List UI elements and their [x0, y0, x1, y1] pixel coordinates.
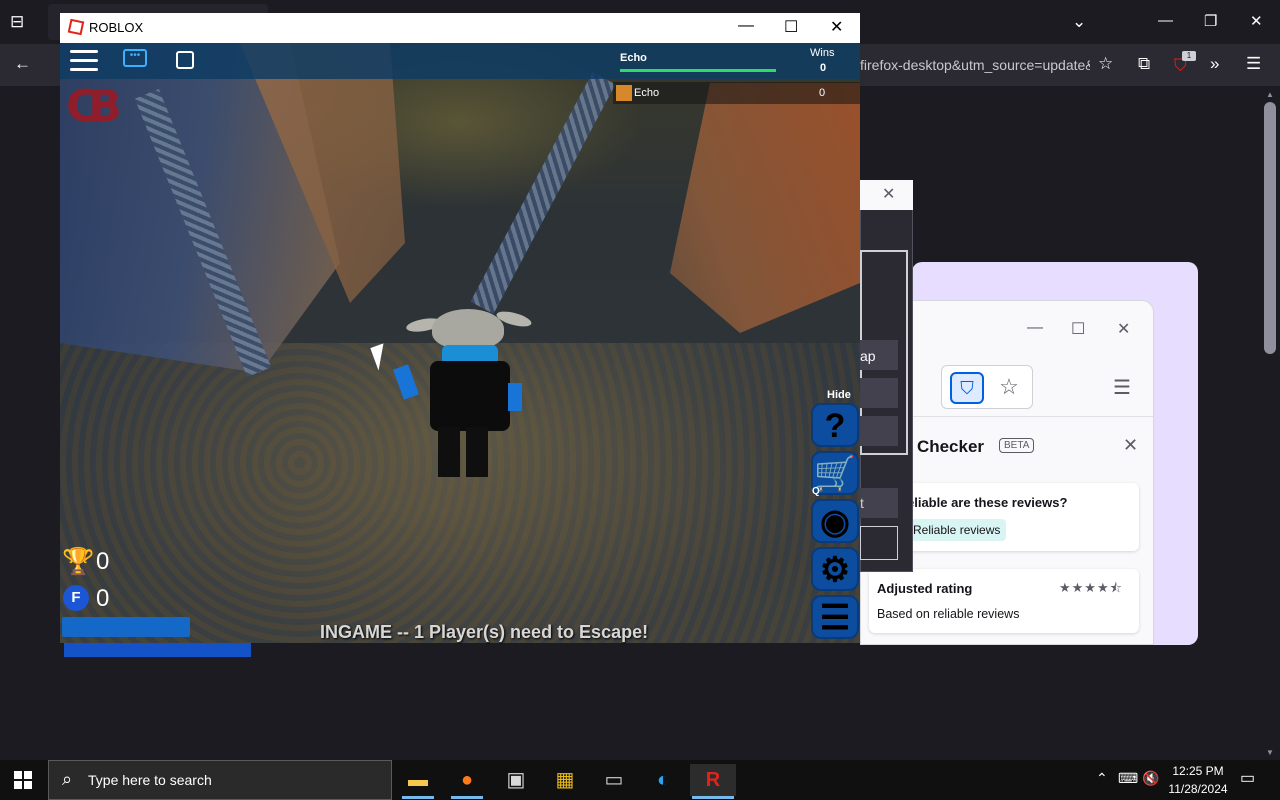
edge-icon[interactable]: ◐	[643, 764, 683, 796]
coin-count: 0	[96, 585, 110, 612]
roblox-window: ROBLOX — ☐ ✕ CB ••• Echo Wins 0 Echo 0 🏆…	[60, 13, 860, 643]
leaderboard-wins-value: 0	[820, 62, 827, 74]
game-viewport[interactable]: CB	[60, 43, 860, 643]
roblox-close-icon[interactable]: ✕	[830, 17, 843, 37]
leaderboard-row-name: Echo	[634, 87, 660, 99]
mock-close-icon: ✕	[1117, 321, 1131, 338]
game-logo: CB	[66, 81, 122, 132]
mock-menu-icon: ☰	[1113, 377, 1131, 399]
overflow-icon[interactable]: »	[1210, 54, 1219, 74]
active-indicator	[451, 796, 483, 799]
reliability-question: eliable are these reviews?	[907, 495, 1068, 510]
gadget-button[interactable]: ◉	[811, 499, 859, 543]
character-arm	[508, 383, 522, 411]
active-indicator	[402, 796, 434, 799]
price-tag-icon: ⛉	[950, 372, 984, 404]
tray-chevron-icon[interactable]: ⌃	[1096, 770, 1108, 787]
character-leg	[466, 427, 488, 477]
volume-muted-icon[interactable]: 🔇	[1142, 770, 1159, 787]
hotkey-label: Q	[812, 486, 820, 497]
chevron-down-icon[interactable]: ⌄	[1072, 12, 1086, 32]
health-bar	[620, 69, 776, 72]
ghost-bar	[64, 643, 251, 657]
trophy-count: 0	[96, 548, 110, 575]
roblox-logo-icon	[67, 18, 85, 36]
progress-bar	[62, 617, 190, 637]
coin-icon: F	[63, 585, 89, 611]
firefox-icon[interactable]: ●	[447, 764, 487, 796]
character-leg	[438, 427, 460, 477]
dialog-button-label: t	[860, 495, 864, 511]
rating-card: Adjusted rating ★★★★⯪ Based on reliable …	[869, 569, 1139, 633]
rating-stars: ★★★★⯪	[1059, 580, 1123, 595]
panel-close-icon: ✕	[1123, 435, 1139, 455]
extension-badge: 1	[1182, 51, 1196, 61]
media-app-icon[interactable]: ▦	[545, 764, 585, 796]
game-status-text: INGAME -- 1 Player(s) need to Escape!	[320, 622, 649, 642]
notification-icon[interactable]: ▭	[1240, 768, 1255, 788]
back-icon[interactable]: ←	[14, 54, 31, 74]
extensions-icon[interactable]: ⧉	[1138, 54, 1150, 74]
rating-heading: Adjusted rating	[877, 581, 973, 596]
character-body	[430, 361, 510, 431]
trophy-icon: 🏆	[62, 546, 95, 576]
dialog-row[interactable]	[860, 378, 898, 408]
rating-subtext: Based on reliable reviews	[877, 607, 1020, 621]
dialog-button[interactable]	[860, 488, 898, 518]
file-explorer-icon[interactable]: ▬	[398, 764, 438, 796]
hamburger-menu-icon[interactable]: ☰	[1246, 54, 1261, 74]
roblox-taskbar-icon[interactable]: R	[690, 764, 736, 796]
photos-app-icon[interactable]: ▣	[496, 764, 536, 796]
hide-button[interactable]: Hide	[827, 389, 851, 401]
roblox-maximize-icon[interactable]: ☐	[784, 17, 798, 37]
bookmark-star-icon[interactable]: ☆	[1098, 54, 1113, 74]
dialog-row-label: ap	[860, 348, 876, 364]
reliability-pill: Reliable reviews	[907, 519, 1007, 541]
chat-icon[interactable]: •••	[123, 49, 147, 67]
minimize-icon[interactable]: —	[1158, 12, 1173, 29]
terminal-icon[interactable]: ▭	[594, 764, 634, 796]
mock-maximize-icon: ☐	[1071, 321, 1086, 338]
character-head	[432, 309, 504, 349]
close-icon[interactable]: ✕	[1250, 12, 1263, 30]
dialog-close-icon[interactable]: ✕	[882, 184, 895, 204]
leaderboard-row-value: 0	[819, 87, 826, 99]
scroll-up-icon[interactable]: ▲	[1266, 90, 1274, 99]
mock-minimize-icon: —	[1027, 319, 1043, 336]
backpack-icon[interactable]	[176, 51, 194, 69]
help-button[interactable]: ?	[811, 403, 859, 447]
tab-list-icon[interactable]: ⊟	[10, 12, 24, 32]
rank-chevron-icon	[616, 85, 632, 101]
dialog-row[interactable]	[860, 416, 898, 446]
roblox-menu-icon[interactable]	[70, 50, 98, 72]
restore-icon[interactable]: ❐	[1204, 12, 1217, 30]
star-icon: ☆	[999, 374, 1019, 399]
clock-date[interactable]: 11/28/2024	[1164, 782, 1232, 796]
beta-badge: BETA	[999, 438, 1035, 453]
game-wall-right	[670, 83, 860, 333]
taskbar-search-placeholder[interactable]: Type here to search	[88, 772, 212, 788]
dialog-field[interactable]	[860, 526, 898, 560]
roblox-minimize-icon[interactable]: —	[738, 17, 754, 35]
mock-button-group: ⛉ ☆	[941, 365, 1033, 409]
leaderboard-wins-header: Wins	[810, 47, 835, 59]
scrollbar-thumb[interactable]	[1264, 102, 1276, 354]
windows-start-icon[interactable]	[14, 771, 32, 789]
list-button[interactable]: ☰	[811, 595, 859, 639]
roblox-window-title: ROBLOX	[89, 20, 144, 35]
leaderboard-player-name: Echo	[620, 52, 647, 64]
clock-time[interactable]: 12:25 PM	[1170, 764, 1226, 778]
scroll-down-icon[interactable]: ▼	[1266, 748, 1274, 757]
url-bar-text[interactable]: firefox-desktop&utm_source=update&	[860, 57, 1090, 73]
game-beam	[470, 72, 616, 314]
network-icon[interactable]: ⌨	[1118, 770, 1138, 787]
active-indicator	[692, 796, 734, 799]
settings-button[interactable]: ⚙	[811, 547, 859, 591]
search-icon: ⌕	[62, 769, 73, 789]
